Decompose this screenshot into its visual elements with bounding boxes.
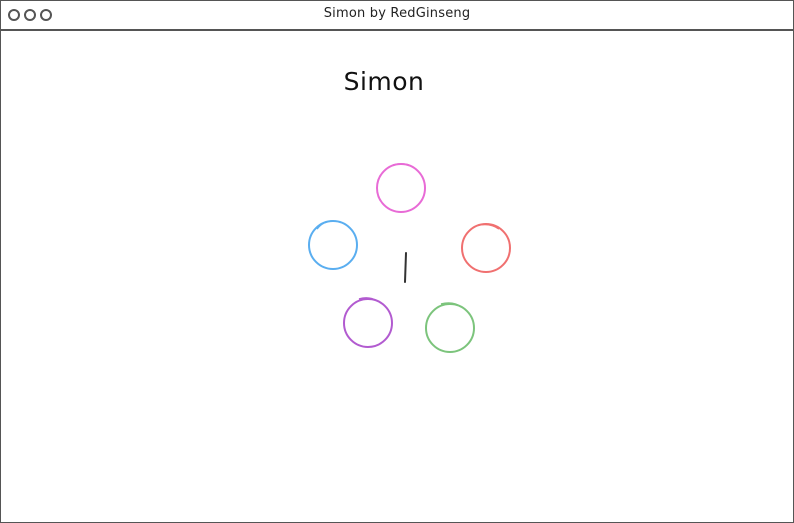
window-title: Simon by RedGinseng	[323, 6, 471, 21]
purple-button[interactable]	[343, 297, 393, 348]
pink-button[interactable]	[376, 163, 426, 213]
app-window: Simon by RedGinseng Simon	[0, 0, 794, 523]
red-button[interactable]	[461, 223, 511, 273]
green-button[interactable]	[425, 302, 475, 353]
simon-board-svg	[308, 163, 511, 353]
simon-board	[1, 31, 793, 522]
text-cursor-icon	[404, 252, 407, 283]
blue-button[interactable]	[308, 220, 358, 270]
title-bar: Simon by RedGinseng	[1, 1, 793, 31]
